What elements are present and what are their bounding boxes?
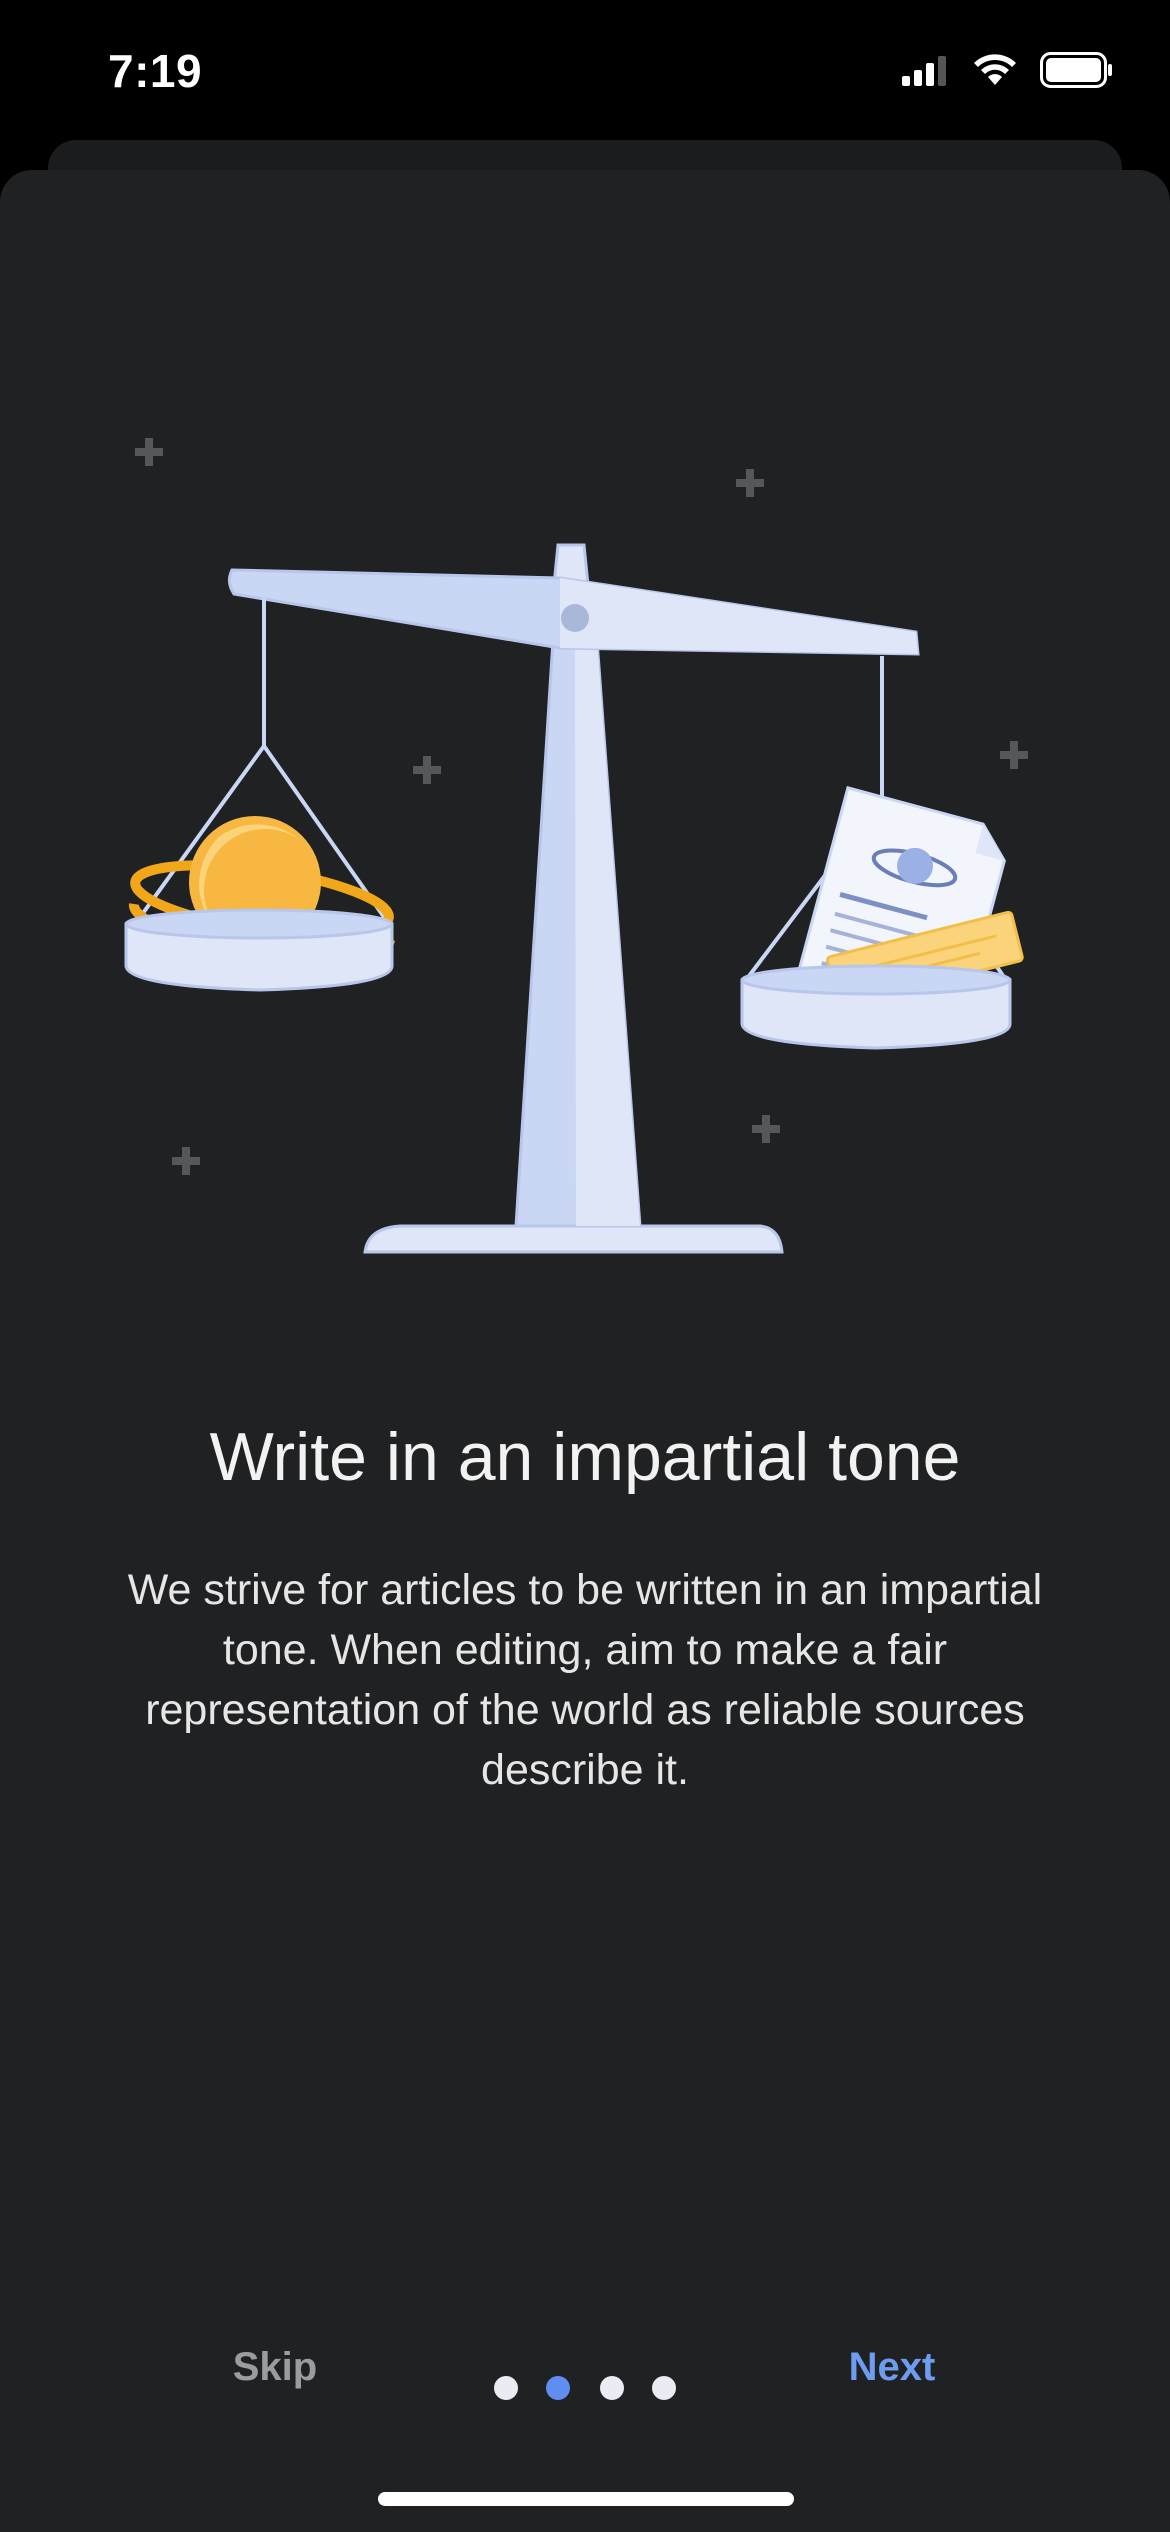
page-dot-2[interactable] (546, 2376, 570, 2400)
onboarding-title: Write in an impartial tone (209, 1419, 961, 1495)
cellular-signal-icon (902, 56, 946, 86)
page-dot-4[interactable] (652, 2376, 676, 2400)
next-button[interactable]: Next (832, 2345, 952, 2395)
status-icons (902, 52, 1114, 88)
status-time: 7:19 (108, 45, 203, 97)
onboarding-body: We strive for articles to be written in … (127, 1566, 1043, 1794)
page-indicator[interactable] (494, 2376, 676, 2402)
wifi-icon (974, 54, 1016, 85)
home-indicator[interactable] (378, 2492, 794, 2506)
page-dot-3[interactable] (600, 2376, 624, 2400)
status-bar: 7:19 (0, 0, 1170, 150)
skip-button[interactable]: Skip (212, 2345, 338, 2395)
balance-scale-illustration (124, 438, 1028, 1254)
battery-icon (1040, 52, 1112, 88)
page-dot-1[interactable] (494, 2376, 518, 2400)
